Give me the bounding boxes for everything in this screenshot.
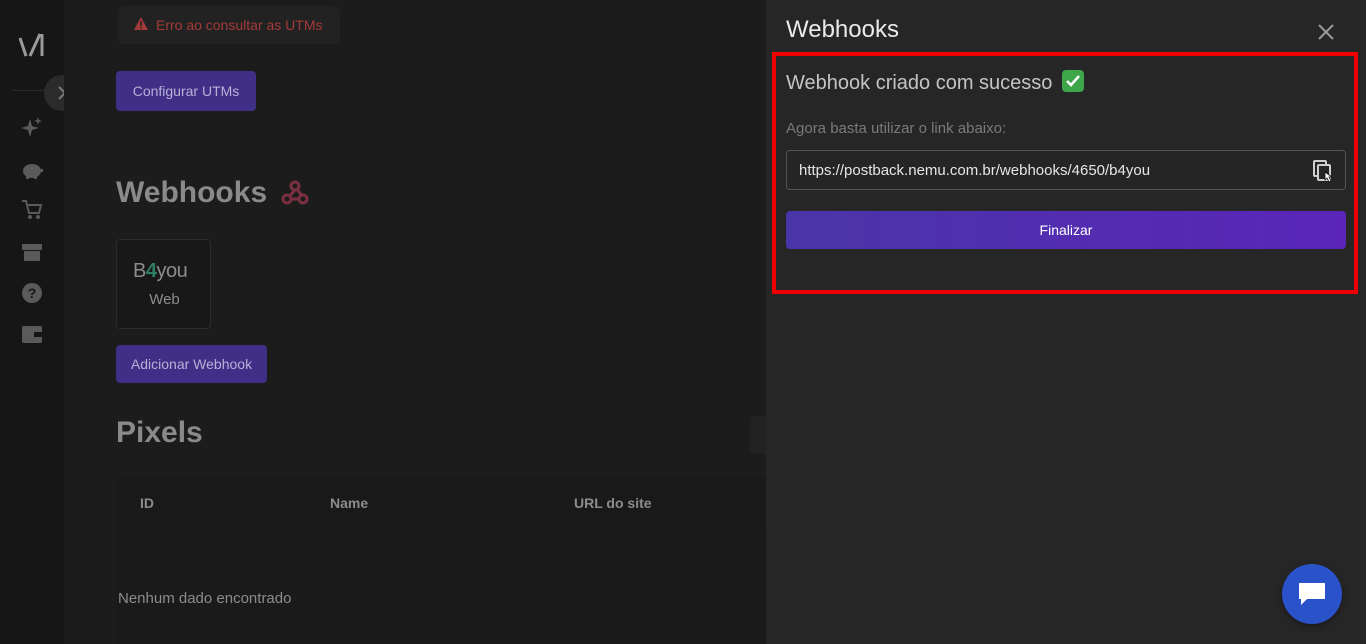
link-hint: Agora basta utilizar o link abaixo: bbox=[786, 120, 1007, 137]
add-webhook-button[interactable]: Adicionar Webhook bbox=[116, 345, 267, 383]
success-message: Webhook criado com sucesso bbox=[786, 70, 1084, 95]
configure-utms-button[interactable]: Configurar UTMs bbox=[116, 71, 256, 111]
main-content: Erro ao consultar as UTMs Configurar UTM… bbox=[64, 0, 766, 644]
pixels-table-header: ID Name URL do site bbox=[116, 478, 766, 528]
app-logo[interactable] bbox=[18, 30, 46, 60]
box-icon[interactable] bbox=[20, 240, 44, 264]
help-icon[interactable]: ? bbox=[20, 281, 44, 305]
column-header-url: URL do site bbox=[574, 495, 652, 511]
column-header-name: Name bbox=[330, 495, 369, 511]
webhook-icon bbox=[281, 178, 309, 214]
copy-button[interactable] bbox=[1313, 160, 1335, 183]
success-message-text: Webhook criado com sucesso bbox=[786, 72, 1053, 94]
chat-icon bbox=[1299, 583, 1325, 605]
webhooks-section-title: Webhooks bbox=[116, 176, 309, 214]
webhook-link-field bbox=[786, 150, 1346, 190]
pixels-table-body bbox=[116, 528, 766, 644]
empty-table-message: Nenhum dado encontrado bbox=[118, 590, 292, 607]
check-mark-icon bbox=[1062, 70, 1084, 92]
svg-text:?: ? bbox=[28, 285, 37, 301]
sparkles-icon[interactable] bbox=[20, 116, 44, 140]
webhook-integration-card[interactable]: B4you Web bbox=[116, 239, 211, 329]
wallet-icon[interactable] bbox=[20, 322, 44, 346]
column-header-id: ID bbox=[140, 495, 154, 511]
cart-icon[interactable] bbox=[20, 198, 44, 222]
pixels-action-button[interactable] bbox=[750, 416, 766, 454]
chat-button[interactable] bbox=[1282, 564, 1342, 624]
pixels-section-title: Pixels bbox=[116, 416, 203, 449]
warning-icon bbox=[134, 17, 148, 33]
webhooks-drawer: Webhooks Webhook criado com sucesso Agor… bbox=[766, 0, 1366, 644]
piggy-bank-icon[interactable] bbox=[20, 158, 44, 182]
close-icon bbox=[1318, 24, 1334, 40]
error-alert-text: Erro ao consultar as UTMs bbox=[156, 17, 323, 33]
webhooks-title-text: Webhooks bbox=[116, 176, 268, 209]
webhook-card-label: Web bbox=[149, 291, 180, 308]
error-alert: Erro ao consultar as UTMs bbox=[118, 6, 340, 44]
drawer-title: Webhooks bbox=[786, 16, 899, 43]
finalize-button[interactable]: Finalizar bbox=[786, 211, 1346, 249]
b4you-logo: B4you bbox=[133, 260, 188, 282]
copy-icon bbox=[1313, 160, 1334, 183]
close-drawer-button[interactable] bbox=[1314, 20, 1338, 44]
webhook-link-input[interactable] bbox=[787, 151, 1307, 189]
sidebar: ? bbox=[0, 0, 80, 644]
